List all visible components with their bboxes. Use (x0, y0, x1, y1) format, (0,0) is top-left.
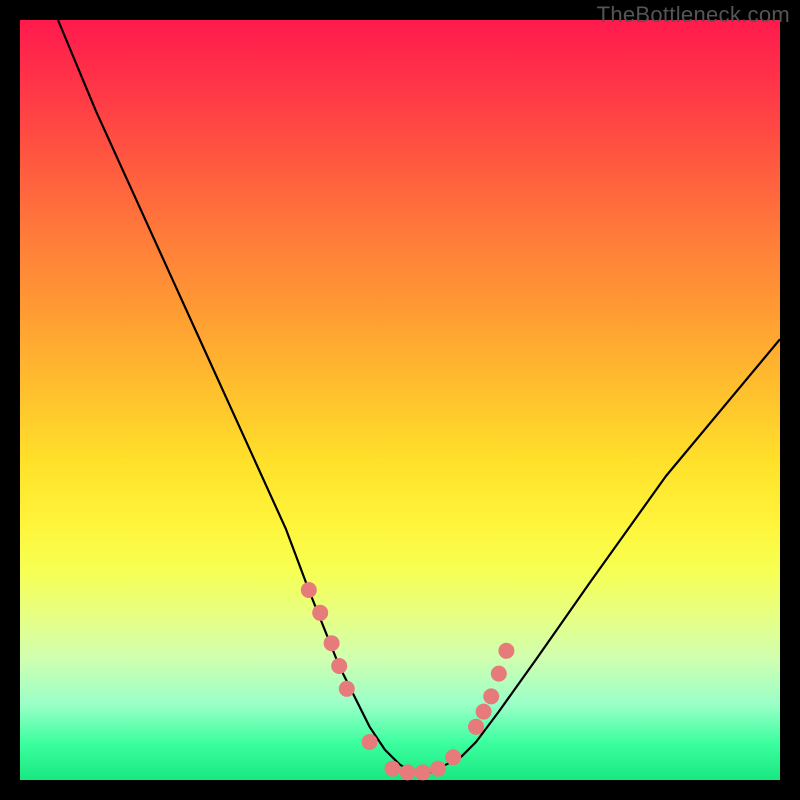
marker-dot (362, 734, 378, 750)
marker-dot (339, 681, 355, 697)
marker-dot (415, 764, 431, 780)
marker-dot (483, 688, 499, 704)
chart-frame: TheBottleneck.com (0, 0, 800, 800)
highlight-dots (301, 582, 515, 780)
marker-dot (445, 749, 461, 765)
marker-dot (384, 761, 400, 777)
plot-area (20, 20, 780, 780)
watermark-text: TheBottleneck.com (597, 2, 790, 28)
marker-dot (400, 764, 416, 780)
marker-dot (301, 582, 317, 598)
marker-dot (312, 605, 328, 621)
marker-dot (498, 643, 514, 659)
curve-path (58, 20, 780, 772)
marker-dot (468, 719, 484, 735)
chart-svg (20, 20, 780, 780)
marker-dot (430, 761, 446, 777)
bottleneck-curve (58, 20, 780, 772)
marker-dot (324, 635, 340, 651)
marker-dot (331, 658, 347, 674)
marker-dot (491, 666, 507, 682)
marker-dot (476, 704, 492, 720)
